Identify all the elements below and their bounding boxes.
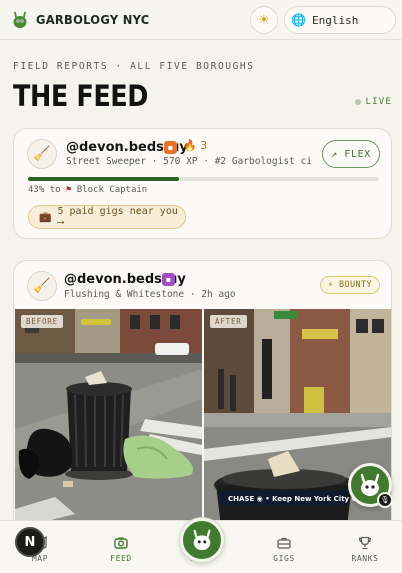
- nav-gigs-label: GIGS: [273, 554, 295, 563]
- mascot-logo-icon[interactable]: [12, 11, 28, 29]
- sun-icon: ☀: [258, 12, 270, 28]
- brand-name: GARBOLOGY NYC: [36, 12, 150, 27]
- before-scene-illustration: [15, 309, 202, 549]
- live-label: LIVE: [365, 97, 392, 107]
- progress-target-label: Block Captain: [76, 185, 148, 195]
- flame-icon: 🔥: [183, 139, 197, 152]
- streak-counter: 🔥 3: [183, 139, 207, 152]
- top-bar: GARBOLOGY NYC ☀ 🌐 English: [0, 0, 402, 40]
- rank-progress-bar: [28, 177, 379, 181]
- scan-capture-button[interactable]: [180, 518, 224, 562]
- live-dot-icon: [354, 99, 361, 105]
- microphone-icon[interactable]: 🎙: [377, 492, 393, 508]
- progress-percent-label: 43% to: [28, 185, 61, 195]
- rank-progress-fill: [28, 177, 179, 181]
- after-tag: AFTER: [210, 315, 247, 328]
- rank-progress-text: 43% to ⚑ Block Captain: [28, 185, 147, 195]
- post-location-time: Flushing & Whitestone · 2h ago: [64, 289, 236, 300]
- rank-badge-icon: ▪: [164, 141, 177, 154]
- flex-button[interactable]: ↗ FLEX: [322, 140, 380, 168]
- broom-icon: 🧹: [33, 278, 51, 294]
- before-tag: BEFORE: [21, 315, 63, 328]
- nav-gigs[interactable]: GIGS: [254, 535, 314, 563]
- feed-post-card: 🧹 @devon.bedstuy ▪ Flushing & Whitestone…: [13, 260, 392, 550]
- trophy-icon: [335, 535, 395, 551]
- page-title: THE FEED: [13, 79, 149, 113]
- language-select[interactable]: 🌐 English: [284, 6, 396, 34]
- flag-icon: ⚑: [65, 185, 72, 195]
- broom-icon: 🧹: [33, 146, 51, 162]
- bounty-badge: ⚡ BOUNTY: [320, 276, 380, 294]
- live-indicator: LIVE: [354, 97, 392, 107]
- globe-icon: 🌐: [291, 13, 306, 27]
- post-avatar[interactable]: 🧹: [27, 271, 57, 301]
- nav-ranks[interactable]: RANKS: [335, 535, 395, 563]
- profile-meta: Street Sweeper · 570 XP · #2 Garbologist…: [66, 156, 312, 167]
- camera-icon: [91, 535, 151, 551]
- after-photo[interactable]: CHASE ◉ • Keep New York City Cl AFTER: [204, 309, 391, 549]
- streak-count: 3: [200, 139, 208, 152]
- nearby-gigs-label: 5 paid gigs near you ⟶: [57, 206, 178, 228]
- nearby-gigs-button[interactable]: 💼 5 paid gigs near you ⟶: [28, 205, 186, 229]
- nav-ranks-label: RANKS: [351, 554, 379, 563]
- briefcase-icon: [254, 535, 314, 551]
- rank-badge-icon: ▪: [162, 273, 175, 286]
- nav-feed-label: FEED: [110, 554, 132, 563]
- avatar[interactable]: 🧹: [27, 139, 57, 169]
- after-scene-illustration: CHASE ◉ • Keep New York City Cl: [204, 309, 391, 549]
- user-avatar-button[interactable]: N: [15, 527, 45, 557]
- section-eyebrow: FIELD REPORTS · ALL FIVE BOROUGHS: [13, 61, 255, 72]
- language-label: English: [311, 13, 359, 27]
- briefcase-icon: 💼: [39, 211, 52, 223]
- mascot-icon: [193, 529, 211, 551]
- before-photo[interactable]: BEFORE: [15, 309, 202, 549]
- profile-summary-card: 🧹 @devon.bedstuy ▪ 🔥 3 Street Sweeper · …: [13, 128, 392, 239]
- bin-sign-text: CHASE ◉ • Keep New York City Cl: [228, 495, 359, 503]
- theme-toggle-button[interactable]: ☀: [250, 6, 278, 34]
- nav-feed[interactable]: FEED: [91, 535, 151, 563]
